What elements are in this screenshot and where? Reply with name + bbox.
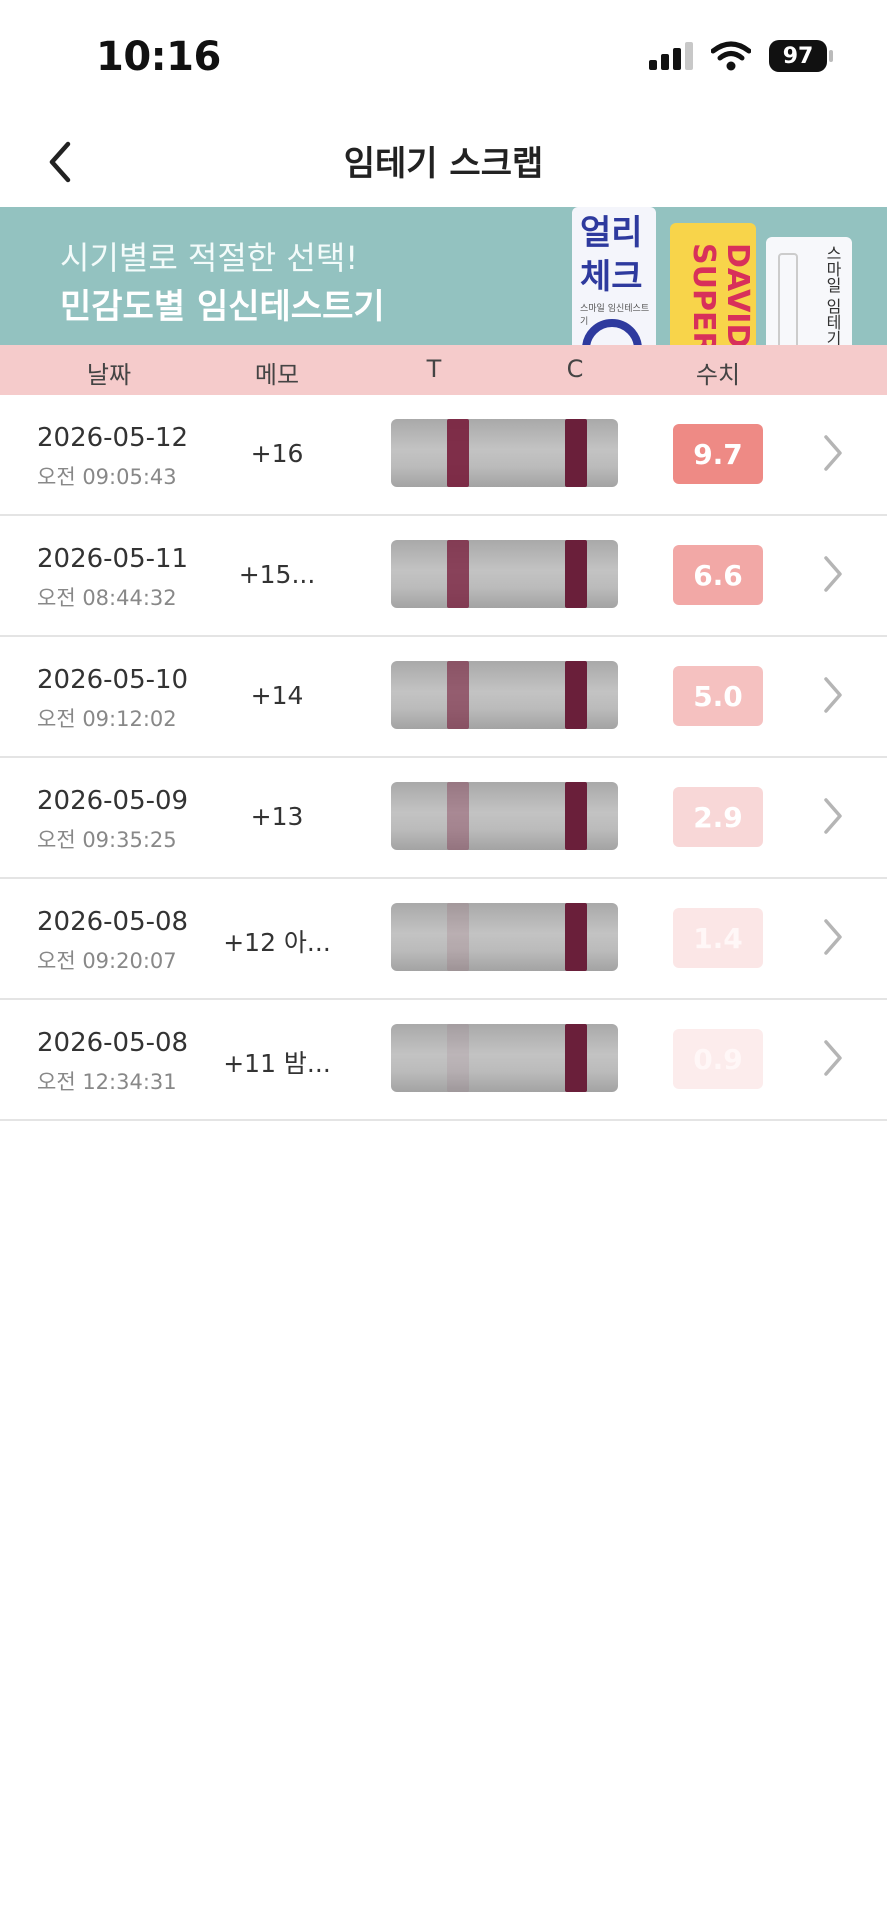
row-memo: +16: [250, 439, 304, 468]
control-line: [565, 903, 587, 971]
product2-name: DAVID-SUPER: [686, 243, 755, 345]
table-row[interactable]: 2026-05-08 오전 09:20:07 +12 아... 1.4: [0, 879, 887, 1000]
table-row[interactable]: 2026-05-12 오전 09:05:43 +16 9.7: [0, 395, 887, 516]
row-time: 오전 09:12:02: [37, 707, 177, 731]
value-badge: 1.4: [673, 908, 763, 968]
column-t: T: [426, 355, 442, 383]
test-line: [447, 419, 469, 487]
value-badge: 5.0: [673, 666, 763, 726]
row-time: 오전 08:44:32: [37, 586, 177, 610]
row-time: 오전 12:34:31: [37, 1070, 177, 1094]
product3-name: 스마일 임테기: [823, 245, 842, 345]
chevron-right-icon[interactable]: [818, 915, 848, 959]
status-bar: 10:16 97: [0, 0, 887, 118]
test-strip-image: [391, 1024, 618, 1092]
control-line: [565, 782, 587, 850]
control-line: [565, 540, 587, 608]
row-date: 2026-05-12: [37, 423, 189, 453]
row-date: 2026-05-08: [37, 907, 189, 937]
chevron-right-icon[interactable]: [818, 673, 848, 717]
nav-header: 임테기 스크랩: [0, 118, 887, 206]
product1-name: 얼리 체크: [580, 213, 643, 297]
row-time: 오전 09:05:43: [37, 465, 177, 489]
value-badge: 2.9: [673, 787, 763, 847]
row-memo: +13: [250, 802, 304, 831]
column-value: 수치: [695, 361, 741, 389]
chevron-right-icon[interactable]: [818, 552, 848, 596]
column-memo: 메모: [254, 361, 300, 389]
row-time: 오전 09:35:25: [37, 828, 177, 852]
promo-banner[interactable]: 시기별로 적절한 선택! 민감도별 임신테스트기 얼리 체크 스마일 임신테스트…: [0, 207, 887, 345]
row-memo: +12 아...: [223, 928, 331, 957]
test-strip-image: [391, 782, 618, 850]
column-header: 날짜 메모 T C 수치: [0, 345, 887, 395]
product-image-early-check: 얼리 체크 스마일 임신테스트기: [572, 207, 656, 345]
wifi-icon: [711, 41, 751, 71]
battery-indicator: 97: [769, 40, 833, 72]
table-row[interactable]: 2026-05-09 오전 09:35:25 +13 2.9: [0, 758, 887, 879]
column-c: C: [566, 355, 584, 383]
status-icons: 97: [649, 40, 833, 72]
banner-subheadline: 민감도별 임신테스트기: [60, 287, 385, 327]
row-memo: +15...: [238, 560, 316, 589]
test-line: [447, 782, 469, 850]
row-memo: +11 밤...: [223, 1049, 331, 1078]
product-image-david-super: DAVID-SUPER: [670, 223, 756, 345]
row-date: 2026-05-08: [37, 1028, 189, 1058]
test-strip-image: [391, 661, 618, 729]
cellular-signal-icon: [649, 42, 693, 70]
status-time: 10:16: [96, 34, 221, 80]
test-strip-image: [391, 540, 618, 608]
row-date: 2026-05-10: [37, 665, 189, 695]
control-line: [565, 661, 587, 729]
test-line: [447, 903, 469, 971]
control-line: [565, 1024, 587, 1092]
row-time: 오전 09:20:07: [37, 949, 177, 973]
table-row[interactable]: 2026-05-11 오전 08:44:32 +15... 6.6: [0, 516, 887, 637]
value-badge: 9.7: [673, 424, 763, 484]
table-row[interactable]: 2026-05-08 오전 12:34:31 +11 밤... 0.9: [0, 1000, 887, 1121]
value-badge: 6.6: [673, 545, 763, 605]
column-date: 날짜: [86, 361, 132, 389]
banner-headline: 시기별로 적절한 선택!: [60, 239, 359, 277]
control-line: [565, 419, 587, 487]
value-badge: 0.9: [673, 1029, 763, 1089]
test-line: [447, 661, 469, 729]
test-list: 2026-05-12 오전 09:05:43 +16 9.7 2026-05-1…: [0, 395, 887, 1121]
row-memo: +14: [250, 681, 304, 710]
test-line: [447, 540, 469, 608]
row-date: 2026-05-09: [37, 786, 189, 816]
test-line: [447, 1024, 469, 1092]
product-image-smile-test: 스마일 임테기: [766, 237, 852, 345]
test-strip-image: [391, 903, 618, 971]
row-date: 2026-05-11: [37, 544, 189, 574]
test-strip-image: [391, 419, 618, 487]
chevron-right-icon[interactable]: [818, 794, 848, 838]
table-row[interactable]: 2026-05-10 오전 09:12:02 +14 5.0: [0, 637, 887, 758]
chevron-right-icon[interactable]: [818, 1036, 848, 1080]
page-title: 임테기 스크랩: [343, 144, 544, 184]
product3-strip: [778, 253, 798, 345]
chevron-right-icon[interactable]: [818, 431, 848, 475]
